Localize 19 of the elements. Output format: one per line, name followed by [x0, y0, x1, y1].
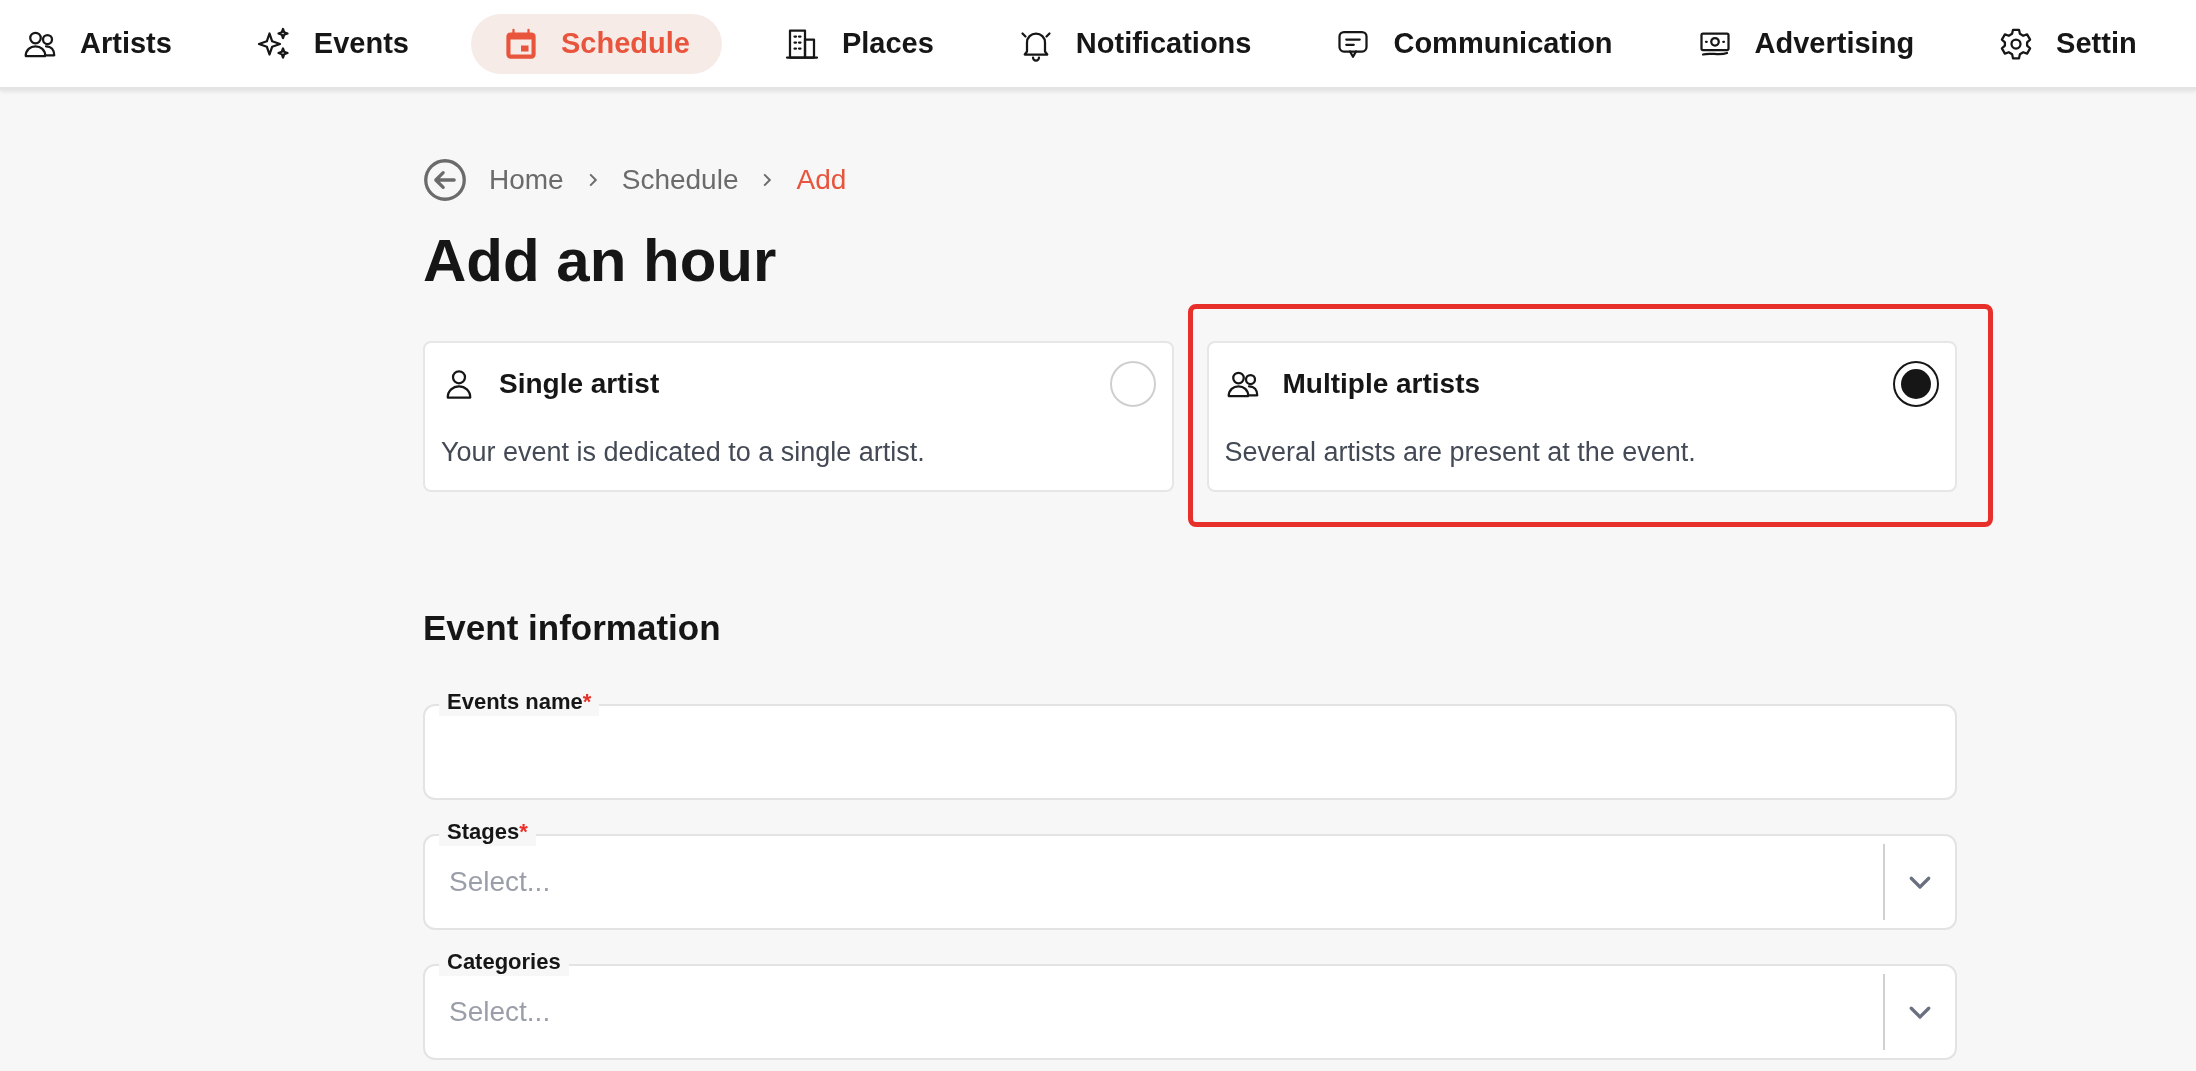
nav-tab[interactable]: Communication — [1313, 13, 1635, 74]
sparkles-icon — [255, 25, 292, 62]
option-card[interactable]: Single artist Your event is dedicated to a single artist. — [423, 341, 1174, 492]
nav-tab[interactable]: Places — [761, 13, 956, 74]
section-title: Event information — [423, 608, 722, 648]
nav-tab[interactable]: Artists — [0, 13, 194, 74]
nav-tab[interactable]: Settin — [1976, 13, 2159, 74]
option-description: Several artists are present at the event. — [1224, 437, 1697, 468]
option-title: Single artist — [499, 368, 661, 400]
page-title: Add an hour — [423, 226, 778, 295]
nav-tab[interactable]: Events — [233, 13, 431, 74]
option-description: Your event is dedicated to a single artist. — [441, 437, 926, 468]
nav-tab[interactable]: Advertising — [1674, 13, 1937, 74]
nav-tab[interactable]: Notifications — [995, 13, 1274, 74]
breadcrumb-link[interactable]: Home — [489, 164, 564, 196]
radio-button[interactable] — [1893, 361, 1939, 407]
option-title: Multiple artists — [1282, 368, 1482, 400]
breadcrumb-link[interactable]: Schedule — [621, 164, 739, 196]
option-card[interactable]: Multiple artists Several artists are present at the event. — [1206, 341, 1957, 492]
